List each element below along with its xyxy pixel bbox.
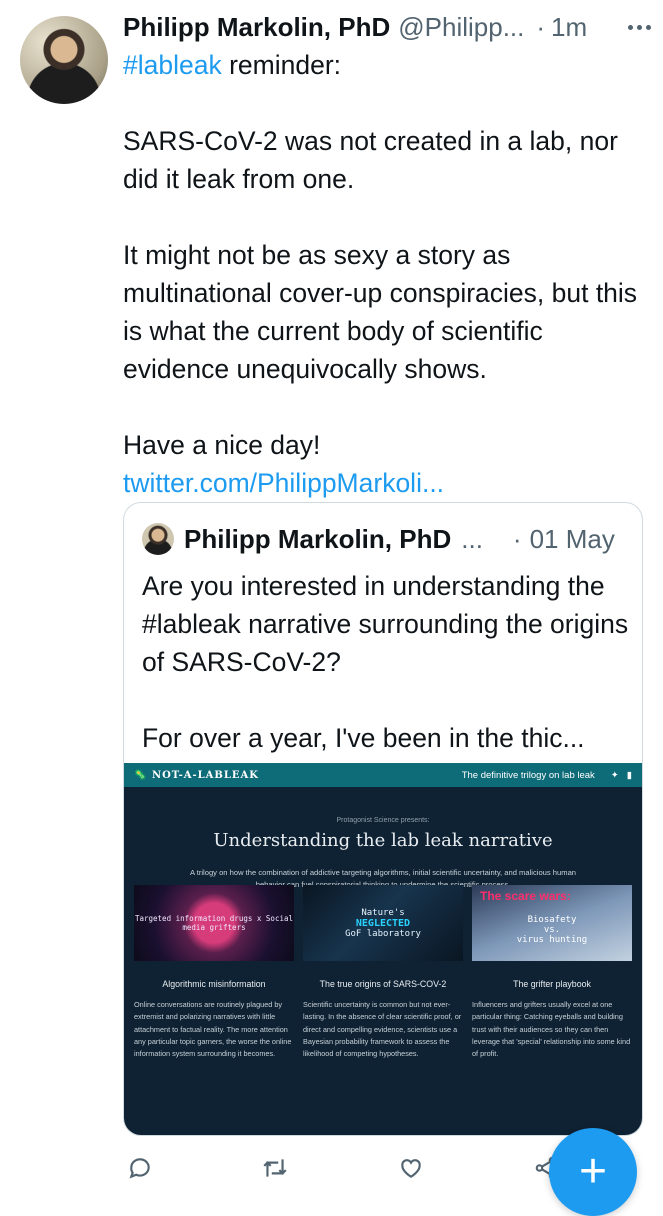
twitter-icon: ✦ [610,769,619,781]
card-image-line: Biosafety [527,915,577,925]
quoted-author-avatar [142,523,174,555]
card-title: Algorithmic misinformation [162,979,266,989]
preview-logo: 🦠 NOT-A-LABLEAK [134,769,259,781]
reply-icon[interactable] [123,1151,157,1185]
preview-title: Understanding the lab leak narrative [213,830,553,851]
tweet-link[interactable]: twitter.com/PhilippMarkoli... [123,464,653,502]
preview-tagline: The definitive trilogy on lab leak [461,769,595,781]
card-image-line: vs. [543,925,561,935]
card-image-lightning: Nature's NEGLECTED GoF laboratory [303,885,463,961]
quoted-tweet[interactable]: Philipp Markolin, PhD ... · 01 May Are y… [123,502,643,1136]
retweet-icon[interactable] [258,1151,292,1185]
quoted-author-name: Philipp Markolin, PhD [184,523,452,554]
card-text: Online conversations are routinely plagu… [134,1000,292,1059]
card-image-line: GoF laboratory [345,928,421,939]
quoted-time: 01 May [529,523,615,554]
author-avatar[interactable] [20,16,108,104]
card-image-brain: Targeted information drugs x Social medi… [134,885,294,961]
card-image-text: Targeted information drugs x Social medi… [134,914,294,932]
tweet-paragraph-1: SARS-CoV-2 was not created in a lab, nor… [123,126,618,194]
tweet-header: Philipp Markolin, PhD @Philipp... · 1m [123,10,663,44]
preview-presents: Protagonist Science presents: [336,817,430,824]
hashtag-link[interactable]: #lableak [123,50,222,80]
like-icon[interactable] [394,1151,428,1185]
compose-tweet-button[interactable]: + [549,1128,637,1216]
link-preview-image[interactable]: 🦠 NOT-A-LABLEAK The definitive trilogy o… [124,763,642,1135]
tweet-paragraph-2: It might not be as sexy a story as multi… [123,240,638,384]
card-image-title: The scare wars: [480,889,571,903]
preview-cards: Targeted information drugs x Social medi… [134,885,632,1061]
tweet-time[interactable]: 1m [551,12,587,43]
bookmark-icon: ▮ [626,769,632,781]
preview-card: Targeted information drugs x Social medi… [134,885,294,1061]
card-text: Scientific uncertainty is common but not… [303,1000,462,1059]
quoted-paragraph-1: Are you interested in understanding the … [142,571,629,677]
quoted-paragraph-2: For over a year, I've been in the thic..… [142,723,585,753]
card-image-line: virus hunting [516,935,588,945]
quoted-separator-dot: · [512,523,522,554]
tweet-paragraph-3: Have a nice day! [123,430,321,460]
tweet-text-line1: reminder: [221,50,342,80]
tweet-body: #lableak reminder: SARS-CoV-2 was not cr… [123,46,653,502]
author-name[interactable]: Philipp Markolin, PhD [123,12,390,43]
quoted-tweet-header: Philipp Markolin, PhD ... · 01 May [142,519,630,559]
card-title: The grifter playbook [513,979,591,989]
more-options-icon[interactable] [628,10,651,44]
quoted-tweet-body: Are you interested in understanding the … [142,567,632,757]
author-handle[interactable]: @Philipp... [398,12,524,43]
tweet-actions [123,1150,563,1186]
card-text: Influencers and grifters usually excel a… [472,1000,631,1059]
card-image-line: NEGLECTED [355,917,411,929]
preview-site-bar: 🦠 NOT-A-LABLEAK The definitive trilogy o… [124,763,642,787]
preview-card: The scare wars: Biosafety vs. virus hunt… [472,885,632,1061]
separator-dot: · [536,11,546,42]
quoted-handle-ellipsis: ... [461,523,483,554]
preview-card: Nature's NEGLECTED GoF laboratory The tr… [303,885,463,1061]
card-title: The true origins of SARS-COV-2 [319,979,447,989]
card-image-scare-wars: The scare wars: Biosafety vs. virus hunt… [472,885,632,961]
card-image-line: Nature's [361,907,405,918]
